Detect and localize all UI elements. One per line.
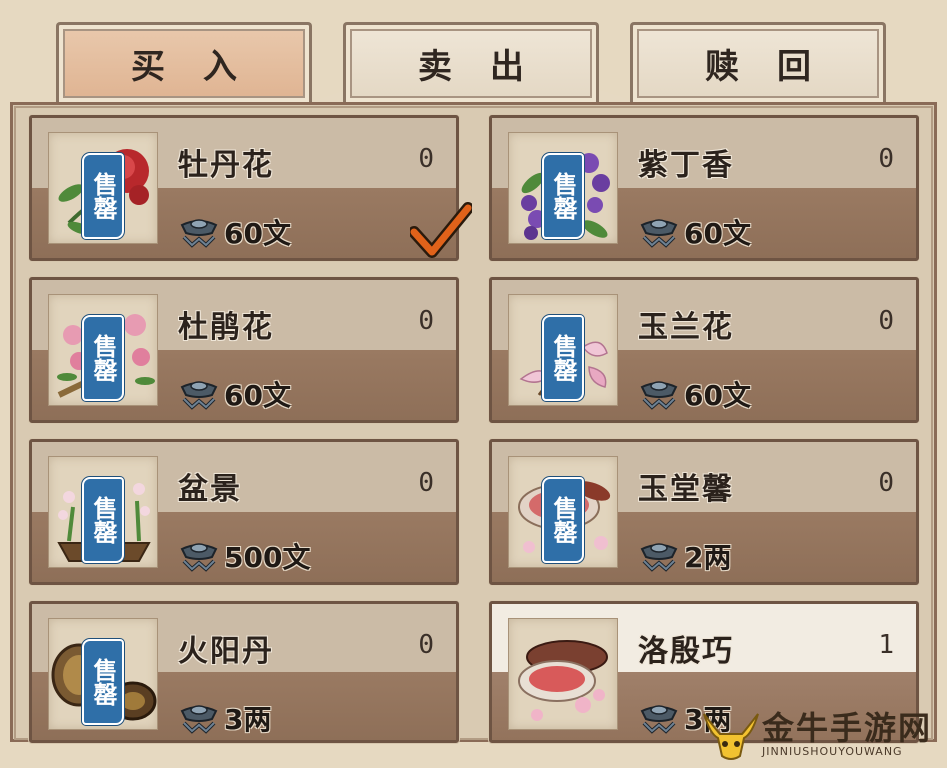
tab-redeem[interactable]: 赎回 xyxy=(630,22,886,102)
silver-ingot-icon xyxy=(180,704,218,733)
sold-out-badge: 售罄 xyxy=(82,639,124,725)
item-price: 500文 xyxy=(178,536,310,576)
item-price: 3两 xyxy=(178,698,271,738)
item-price: 60文 xyxy=(638,212,751,252)
item-card-azalea[interactable]: 售罄 杜鹃花 0 60文 xyxy=(29,277,459,423)
silver-ingot-icon xyxy=(640,542,678,571)
item-name: 杜鹃花 xyxy=(178,310,274,345)
item-card-compact[interactable]: 售罄 火阳丹 0 3两 xyxy=(29,601,459,743)
silver-ingot-icon xyxy=(640,218,678,247)
item-name: 玉兰花 xyxy=(638,310,734,345)
item-price: 60文 xyxy=(178,374,291,414)
watermark-subtitle: JINNIUSHOUYOUWANG xyxy=(762,744,903,758)
item-quantity: 1 xyxy=(878,630,894,660)
item-price-value: 500文 xyxy=(224,541,311,574)
silver-ingot-icon xyxy=(640,380,678,409)
bonsai-icon: 售罄 xyxy=(48,456,158,568)
item-card-bonsai[interactable]: 售罄 盆景 0 500文 xyxy=(29,439,459,585)
item-price: 60文 xyxy=(638,374,751,414)
sold-out-badge: 售罄 xyxy=(542,477,584,563)
watermark-text: 金牛手游网 JINNIUSHOUYOUWANG xyxy=(762,711,932,758)
item-price: 2两 xyxy=(638,536,731,576)
magnolia-icon: 售罄 xyxy=(508,294,618,406)
item-name: 洛殷巧 xyxy=(638,634,734,669)
sold-out-badge: 售罄 xyxy=(542,153,584,239)
silver-ingot-icon xyxy=(180,542,218,571)
item-card-peony[interactable]: 售罄 牡丹花 0 60文 xyxy=(29,115,459,261)
item-price-value: 60文 xyxy=(224,379,291,412)
sold-out-badge: 售罄 xyxy=(82,477,124,563)
tab-redeem-label: 赎回 xyxy=(705,47,849,87)
item-name: 火阳丹 xyxy=(178,634,274,669)
silver-ingot-icon xyxy=(180,218,218,247)
item-quantity: 0 xyxy=(418,630,434,660)
item-price-value: 60文 xyxy=(684,379,751,412)
sold-out-badge: 售罄 xyxy=(82,315,124,401)
silver-ingot-icon xyxy=(180,380,218,409)
item-price-value: 3两 xyxy=(224,703,272,736)
item-price: 60文 xyxy=(178,212,291,252)
item-card-rouge[interactable]: 售罄 玉堂馨 0 2两 xyxy=(489,439,919,585)
sold-out-badge: 售罄 xyxy=(542,315,584,401)
item-quantity: 0 xyxy=(878,468,894,498)
rouge-box-icon xyxy=(508,618,618,730)
item-quantity: 0 xyxy=(878,144,894,174)
item-name: 玉堂馨 xyxy=(638,472,734,507)
item-price-value: 2两 xyxy=(684,541,732,574)
item-quantity: 0 xyxy=(418,144,434,174)
item-price-value: 60文 xyxy=(684,217,751,250)
tab-sell[interactable]: 卖出 xyxy=(343,22,599,102)
item-name: 紫丁香 xyxy=(638,148,734,183)
item-quantity: 0 xyxy=(418,468,434,498)
bull-logo-icon xyxy=(703,713,759,760)
lilac-icon: 售罄 xyxy=(508,132,618,244)
item-quantity: 0 xyxy=(418,306,434,336)
check-icon xyxy=(410,202,472,258)
sold-out-badge: 售罄 xyxy=(82,153,124,239)
item-card-lilac[interactable]: 售罄 紫丁香 0 60文 xyxy=(489,115,919,261)
silver-ingot-icon xyxy=(640,704,678,733)
azalea-icon: 售罄 xyxy=(48,294,158,406)
item-price-value: 60文 xyxy=(224,217,291,250)
watermark-title: 金牛手游网 xyxy=(762,708,933,747)
item-quantity: 0 xyxy=(878,306,894,336)
watermark: 金牛手游网 JINNIUSHOUYOUWANG xyxy=(700,700,947,768)
rouge-icon: 售罄 xyxy=(508,456,618,568)
item-name: 牡丹花 xyxy=(178,148,274,183)
tab-buy[interactable]: 买入 xyxy=(56,22,312,102)
tab-buy-label: 买入 xyxy=(131,47,275,87)
item-name: 盆景 xyxy=(178,472,242,507)
item-card-magnolia[interactable]: 售罄 玉兰花 0 60文 xyxy=(489,277,919,423)
compact-icon: 售罄 xyxy=(48,618,158,730)
peony-icon: 售罄 xyxy=(48,132,158,244)
tab-sell-label: 卖出 xyxy=(418,47,562,87)
